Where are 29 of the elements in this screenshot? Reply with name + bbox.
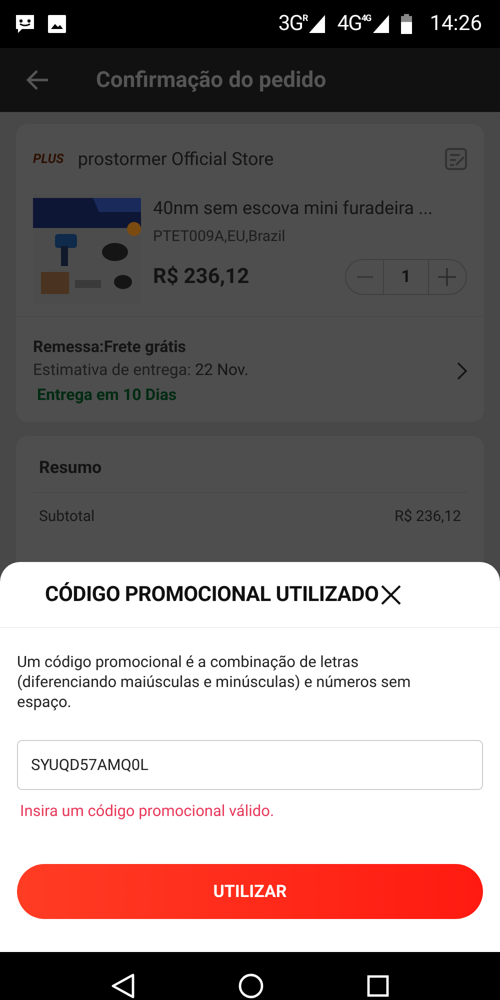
chat-icon <box>14 13 36 35</box>
store-name[interactable]: prostormer Official Store <box>78 148 431 170</box>
note-edit-icon[interactable] <box>445 148 467 170</box>
shipping-title: Remessa:Frete grátis <box>33 337 188 356</box>
close-icon[interactable] <box>380 584 401 604</box>
back-arrow-icon[interactable] <box>26 68 50 92</box>
estimate-date: 22 Nov. <box>195 360 249 379</box>
summary-title: Resumo <box>39 458 102 478</box>
recents-nav-icon[interactable] <box>366 975 389 997</box>
error-message: Insira um código promocional válido. <box>20 802 276 820</box>
promo-description: Um código promocional é a combinação de letras (diferenciando maiúsculas e minúsculas) e números sem espaço. <box>17 652 412 712</box>
product-title[interactable]: 40nm sem escova mini furadeira ... <box>153 198 467 219</box>
back-nav-icon[interactable] <box>111 973 136 999</box>
image-icon <box>48 15 66 33</box>
product-price: R$ 236,12 <box>153 265 250 289</box>
quantity-value: 1 <box>383 260 429 294</box>
plus-icon <box>438 268 456 286</box>
home-nav-icon[interactable] <box>238 973 264 999</box>
signal-icon <box>309 15 326 33</box>
delivery-time: Entrega em 10 Dias <box>37 385 178 404</box>
chevron-right-icon[interactable] <box>457 362 467 380</box>
sheet-title: CÓDIGO PROMOCIONAL UTILIZADO <box>45 582 379 606</box>
page-title: Confirmação do pedido <box>96 68 326 92</box>
clock-time: 14:26 <box>430 12 482 36</box>
battery-icon <box>400 14 412 34</box>
promo-code-field[interactable]: SYUQD57AMQ0L <box>17 740 483 790</box>
signal-icon <box>372 15 389 33</box>
plus-label: PLUS <box>33 152 64 166</box>
apply-button[interactable]: UTILIZAR <box>17 864 483 919</box>
